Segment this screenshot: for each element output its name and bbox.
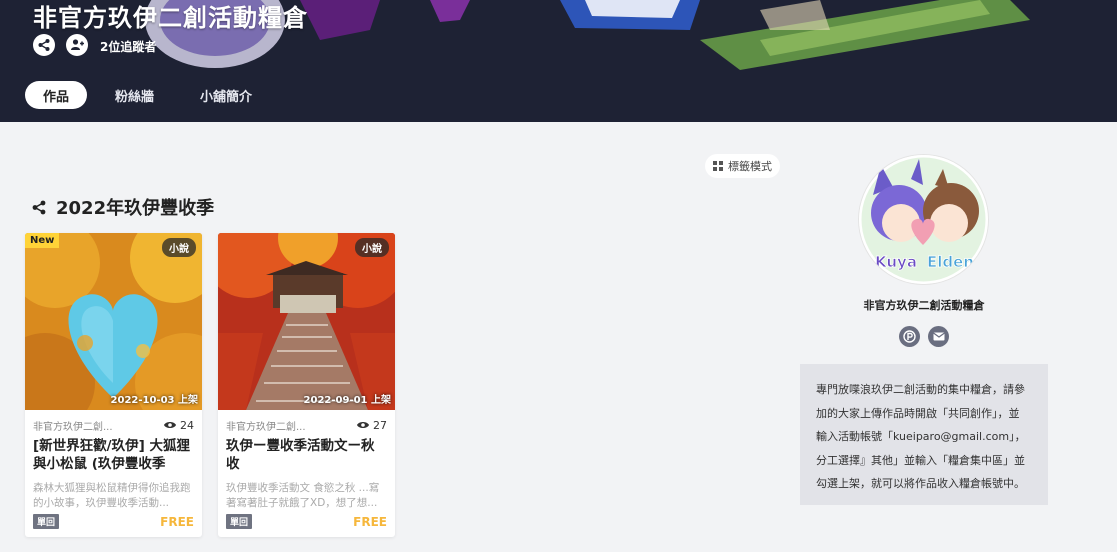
single-chapter-tag: 單回 <box>226 514 253 529</box>
card-title[interactable]: [新世界狂歡/玖伊] 大狐狸與小松鼠 (玖伊豐收季活... <box>33 437 194 473</box>
follow-icon <box>71 39 84 50</box>
avatar-text-kuya: Kuya <box>875 253 917 271</box>
card-author[interactable]: 非官方玖伊二創... <box>33 418 113 433</box>
price-label: FREE <box>160 514 194 529</box>
view-count: 24 <box>164 419 194 432</box>
view-count: 27 <box>357 419 387 432</box>
avatar-text-elden: Elden <box>927 253 974 271</box>
publish-date: 2022-09-01 上架 <box>303 395 391 406</box>
price-label: FREE <box>353 514 387 529</box>
thumbnail-image <box>218 233 395 410</box>
view-count-value: 24 <box>180 418 194 432</box>
mail-icon <box>932 332 945 341</box>
card-description: 玖伊豐收季活動文 食慾之秋 ...寫著寫著肚子就餓了XD，想了想... <box>226 482 380 509</box>
eye-icon <box>357 422 369 428</box>
about-line: 分工選擇』其他」並輸入「糧倉集中區」並 <box>816 453 1025 467</box>
share-button[interactable] <box>33 34 55 56</box>
section-header: 2022年玖伊豐收季 <box>32 194 214 220</box>
creator-avatar[interactable]: Kuya Elden <box>859 155 988 284</box>
tab-fan-wall[interactable]: 粉絲牆 <box>97 81 172 109</box>
tab-bar: 作品 粉絲牆 小舖簡介 <box>25 81 280 109</box>
share-icon[interactable] <box>32 200 46 215</box>
work-thumbnail[interactable]: 小說 2022-09-01 上架 <box>218 233 395 410</box>
new-badge: New <box>25 233 60 248</box>
card-author[interactable]: 非官方玖伊二創... <box>226 418 306 433</box>
about-line: 輸入活動帳號「kueiparo@gmail.com」， <box>816 430 1026 443</box>
about-line: 專門放喋浪玖伊二創活動的集中糧倉，請參 <box>816 383 1025 396</box>
share-icon <box>38 39 50 51</box>
tab-works[interactable]: 作品 <box>25 81 88 109</box>
creator-header: 非官方玖伊二創活動糧倉 2位追蹤者 作品 粉絲牆 小舖簡介 <box>0 0 1117 122</box>
eye-icon <box>164 422 176 428</box>
view-count-value: 27 <box>373 418 387 432</box>
tag-mode-label: 標籤模式 <box>728 160 772 173</box>
about-line: 勾選上架，就可以將作品收入糧倉帳號中。 <box>816 477 1025 490</box>
p-icon <box>903 330 916 343</box>
header-title: 非官方玖伊二創活動糧倉 <box>33 4 308 32</box>
work-thumbnail[interactable]: New 小說 2022-10-03 上架 <box>25 233 202 410</box>
card-description: 森林大狐狸與松鼠精伊得你追我跑的小故事，玖伊豐收季活動... <box>33 482 191 509</box>
p-link-button[interactable] <box>899 326 920 347</box>
publish-date: 2022-10-03 上架 <box>110 395 198 406</box>
thumbnail-image <box>25 233 202 410</box>
email-button[interactable] <box>928 326 949 347</box>
section-title: 2022年玖伊豐收季 <box>56 198 215 219</box>
creator-name: 非官方玖伊二創活動糧倉 <box>863 299 985 312</box>
grid-icon <box>713 161 723 171</box>
creator-about: 專門放喋浪玖伊二創活動的集中糧倉，請參 加的大家上傳作品時開啟「共同創作」，並 … <box>800 364 1048 505</box>
follow-button[interactable] <box>66 34 88 56</box>
creator-links <box>899 326 949 347</box>
card-title[interactable]: 玖伊ー豐收季活動文ー秋收 <box>226 437 387 473</box>
avatar-image: Kuya Elden <box>859 155 988 284</box>
type-badge: 小說 <box>355 238 389 257</box>
about-line: 加的大家上傳作品時開啟「共同創作」，並 <box>816 406 1020 420</box>
follower-count[interactable]: 2位追蹤者 <box>100 38 156 55</box>
type-badge: 小說 <box>162 238 196 257</box>
tag-mode-toggle[interactable]: 標籤模式 <box>705 154 780 178</box>
work-card[interactable]: New 小說 2022-10-03 上架 非官方玖伊二創... 24 [新世界狂… <box>25 233 202 537</box>
tab-shop-intro[interactable]: 小舖簡介 <box>182 81 270 109</box>
work-card[interactable]: 小說 2022-09-01 上架 非官方玖伊二創... 27 玖伊ー豐收季活動文… <box>218 233 395 537</box>
single-chapter-tag: 單回 <box>33 514 60 529</box>
